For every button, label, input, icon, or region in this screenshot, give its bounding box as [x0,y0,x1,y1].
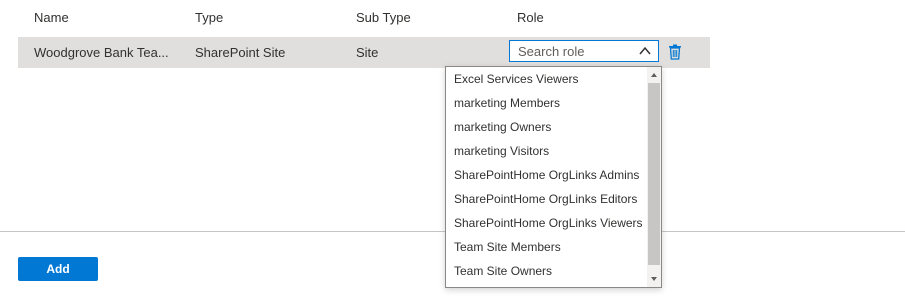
add-button[interactable]: Add [18,257,98,281]
row-name-cell: Woodgrove Bank Tea... [34,45,169,60]
role-option[interactable]: marketing Visitors [454,144,549,158]
role-option[interactable]: SharePointHome OrgLinks Admins [454,168,639,182]
role-option[interactable]: Excel Services Viewers [454,72,579,86]
scrollbar-thumb[interactable] [648,83,660,265]
role-option[interactable]: SharePointHome OrgLinks Viewers [454,216,643,230]
scroll-down-arrow-icon[interactable] [650,275,658,283]
column-header-role[interactable]: Role [517,10,544,25]
role-option[interactable]: Team Site Owners [454,264,552,278]
dropdown-scrollbar[interactable] [647,67,661,287]
role-option[interactable]: Team Site Members [454,240,561,254]
role-assignment-panel: Name Type Sub Type Role Woodgrove Bank T… [0,0,905,303]
chevron-up-icon[interactable] [638,45,652,57]
column-header-type[interactable]: Type [195,10,223,25]
role-option[interactable]: SharePointHome OrgLinks Editors [454,192,637,206]
column-header-name[interactable]: Name [34,10,69,25]
row-type-cell: SharePoint Site [195,45,286,60]
role-option[interactable]: marketing Members [454,96,560,110]
trash-icon[interactable] [668,44,682,60]
role-search-input[interactable]: Search role [509,40,659,62]
role-option[interactable]: marketing Owners [454,120,551,134]
column-header-sub-type[interactable]: Sub Type [356,10,411,25]
scroll-up-arrow-icon[interactable] [650,71,658,79]
table-row[interactable]: Woodgrove Bank Tea... SharePoint Site Si… [18,37,710,68]
role-search-placeholder: Search role [518,44,585,59]
role-dropdown-list[interactable]: Excel Services Viewers marketing Members… [445,66,662,288]
row-sub-type-cell: Site [356,45,379,60]
